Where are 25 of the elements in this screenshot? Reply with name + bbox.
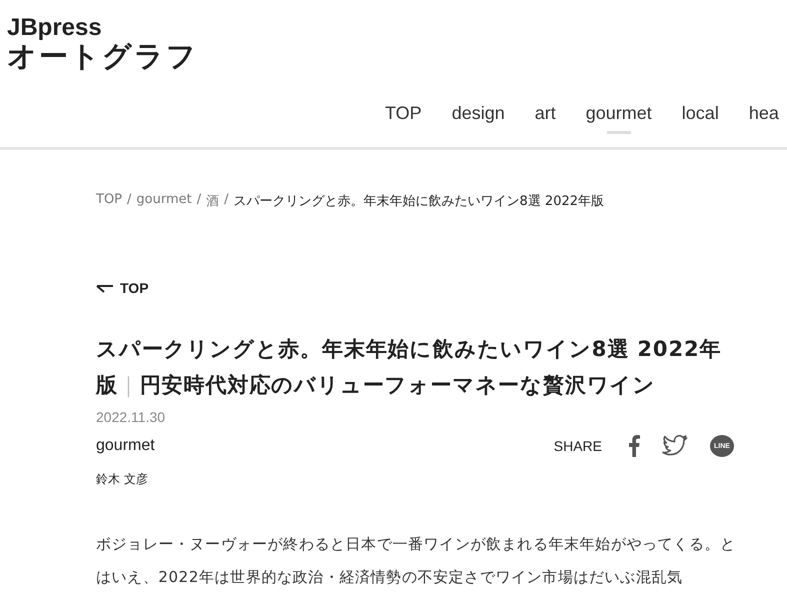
article-paragraph: ボジョレー・ヌーヴォーが終わると日本で一番ワインが飲まれる年末年始がやってくる。とはいえ、2022年は世界的な政治・経済情勢の不安定さでワイン市場はだいぶ混乱気 [96, 534, 736, 588]
category-link[interactable]: gourmet [96, 437, 155, 455]
facebook-icon[interactable] [628, 435, 640, 457]
back-link[interactable]: TOP [96, 280, 149, 296]
breadcrumb-link[interactable]: 酒 [206, 192, 220, 210]
breadcrumb-separator: / [196, 192, 202, 209]
nav-tab[interactable]: design [452, 103, 505, 137]
arrow-left-icon [96, 283, 114, 293]
breadcrumb-link[interactable]: TOP [96, 192, 122, 210]
bird-icon[interactable] [662, 435, 688, 457]
nav-tab[interactable]: art [534, 103, 556, 137]
breadcrumb-separator: / [127, 192, 132, 209]
nav-tab[interactable]: TOP [385, 103, 422, 137]
share-label: SHARE [554, 438, 602, 454]
nav-tab[interactable]: gourmet [586, 103, 652, 137]
article-title: スパークリングと赤。年末年始に飲みたいワイン8選 2022年版｜円安時代対応のバリューフォーマネーな贅沢ワイン [96, 336, 722, 400]
site-logo-subtitle[interactable]: オートグラフ [7, 40, 198, 72]
publish-date: 2022.11.30 [96, 409, 166, 425]
breadcrumb-link[interactable]: gourmet [136, 192, 192, 210]
author-name: 鈴木 文彦 [96, 471, 149, 488]
nav-tab[interactable]: hea [748, 103, 779, 137]
breadcrumb-current: スパークリングと赤。年末年始に飲みたいワイン8選 2022年版 [234, 193, 604, 210]
nav-tab[interactable]: local [682, 103, 719, 137]
site-logo[interactable]: JBpress [7, 16, 198, 40]
breadcrumb-separator: / [224, 192, 229, 209]
